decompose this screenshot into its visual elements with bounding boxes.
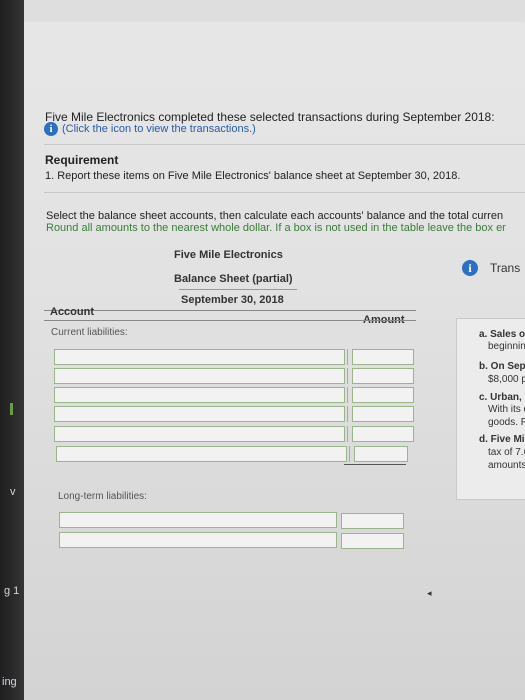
view-transactions-link[interactable]: i (Click the icon to view the transactio…	[44, 122, 256, 136]
company-name: Five Mile Electronics	[174, 249, 283, 261]
current-amount-input-5[interactable]	[352, 426, 414, 442]
sheet-date: September 30, 2018	[181, 294, 284, 306]
long-term-amount-input-1[interactable]	[341, 513, 404, 529]
info-icon[interactable]: i	[462, 260, 478, 276]
divider	[44, 192, 525, 193]
requirement-text: 1. Report these items on Five Mile Elect…	[45, 170, 461, 182]
long-term-account-input-1[interactable]	[59, 512, 337, 528]
current-account-input-6[interactable]	[56, 446, 347, 462]
long-term-account-input-2[interactable]	[59, 532, 337, 548]
view-transactions-label[interactable]: (Click the icon to view the transactions…	[62, 123, 256, 135]
transaction-line: goods. Fiv	[488, 417, 525, 428]
current-amount-input-6[interactable]	[354, 446, 408, 462]
table-top-rule	[44, 310, 416, 311]
sheet-title: Balance Sheet (partial)	[174, 273, 293, 285]
column-header-account: Account	[50, 306, 94, 318]
current-account-input-2[interactable]	[54, 368, 345, 384]
current-amount-input-4[interactable]	[352, 406, 414, 422]
transaction-line: amounts.	[488, 460, 525, 471]
edge-green-marker	[10, 403, 13, 415]
top-bar	[24, 0, 525, 22]
current-amount-input-3[interactable]	[352, 387, 414, 403]
transaction-line: c. Urban, In	[479, 392, 525, 403]
transactions-header: i Trans	[462, 260, 520, 276]
pointer-mark: ◂	[427, 588, 432, 598]
requirement-title: Requirement	[45, 153, 119, 167]
current-amount-input-1[interactable]	[352, 349, 414, 365]
table-header-rule	[44, 320, 416, 321]
transaction-line: b. On Septe	[479, 361, 525, 372]
info-icon[interactable]: i	[44, 122, 58, 136]
transaction-line: With its or	[488, 404, 525, 415]
current-liabilities-label: Current liabilities:	[51, 327, 128, 338]
total-rule	[344, 464, 406, 465]
edge-mark-g1: g 1	[4, 585, 20, 597]
transaction-line: beginnin	[488, 341, 525, 352]
current-account-input-1[interactable]	[54, 349, 345, 365]
transaction-line: $8,000 p	[488, 374, 525, 385]
transaction-line: a. Sales of	[479, 329, 525, 340]
instruction-line-1: Select the balance sheet accounts, then …	[46, 210, 504, 222]
transactions-panel: a. Sales of beginnin b. On Septe $8,000 …	[456, 318, 525, 500]
screen: Five Mile Electronics completed these se…	[24, 0, 525, 700]
current-account-input-4[interactable]	[54, 406, 345, 422]
transaction-line: tax of 7.65	[488, 447, 525, 458]
current-account-input-5[interactable]	[54, 426, 345, 442]
current-amount-input-2[interactable]	[352, 368, 414, 384]
instruction-line-2: Round all amounts to the nearest whole d…	[46, 222, 506, 234]
current-account-input-3[interactable]	[54, 387, 345, 403]
transactions-title: Trans	[490, 261, 521, 275]
edge-mark-v: v	[10, 486, 16, 498]
divider	[44, 144, 525, 145]
long-term-amount-input-2[interactable]	[341, 533, 404, 549]
transaction-line: d. Five Mile's	[479, 434, 525, 445]
long-term-liabilities-label: Long-term liabilities:	[58, 491, 147, 502]
edge-mark-ing: ing	[2, 676, 17, 688]
header-rule	[179, 289, 297, 290]
